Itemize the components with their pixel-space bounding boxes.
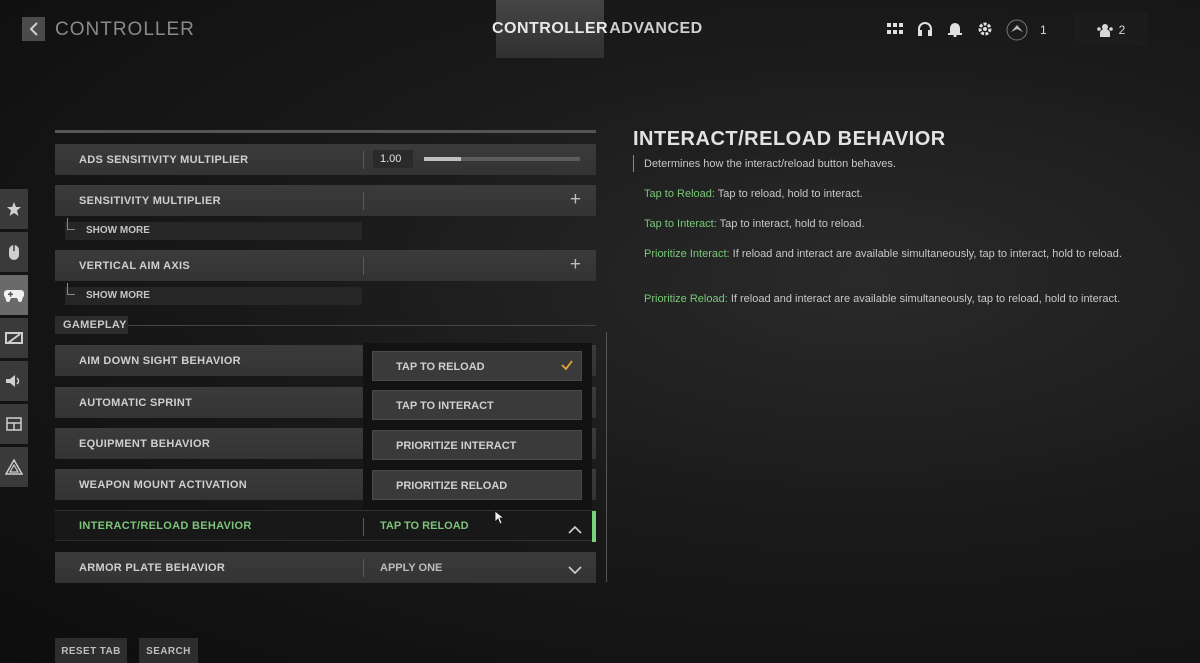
setting-label: SENSITIVITY MULTIPLIER: [79, 194, 221, 207]
setting-sensitivity-multiplier[interactable]: SENSITIVITY MULTIPLIER +: [55, 185, 596, 216]
option-tap-to-interact[interactable]: TAP TO INTERACT: [372, 390, 582, 420]
divider: [363, 559, 364, 577]
search-button[interactable]: SEARCH: [139, 638, 198, 663]
party-icon: [1096, 23, 1113, 37]
reset-tab-button[interactable]: RESET TAB: [55, 638, 127, 663]
top-icons: [880, 14, 1000, 44]
rank-indicator[interactable]: 1: [1006, 14, 1064, 46]
bell-icon[interactable]: [940, 14, 970, 44]
sidenav-favorites[interactable]: [0, 189, 28, 229]
show-more-label: SHOW MORE: [86, 225, 150, 236]
tab-controller[interactable]: CONTROLLER: [492, 0, 608, 58]
setting-label: AUTOMATIC SPRINT: [79, 396, 193, 409]
selection-indicator: [592, 511, 596, 542]
setting-value: TAP TO RELOAD: [380, 519, 469, 532]
network-icon: [5, 459, 23, 475]
rank-emblem-icon: [1006, 19, 1028, 41]
option-prioritize-reload[interactable]: PRIORITIZE RELOAD: [372, 470, 582, 500]
divider: [363, 151, 364, 169]
chevron-left-icon: [29, 22, 38, 36]
setting-label: ARMOR PLATE BEHAVIOR: [79, 561, 226, 574]
setting-armor-plate[interactable]: ARMOR PLATE BEHAVIOR APPLY ONE: [55, 552, 596, 583]
sidenav-network[interactable]: [0, 447, 28, 487]
description-item: Prioritize Interact: If reload and inter…: [644, 248, 1122, 260]
setting-label: INTERACT/RELOAD BEHAVIOR: [79, 519, 252, 532]
interface-icon: [6, 417, 22, 431]
setting-label: AIM DOWN SIGHT BEHAVIOR: [79, 354, 241, 367]
slider-fill: [424, 157, 462, 161]
tree-elbow: [67, 283, 75, 295]
interact-reload-dropdown: TAP TO RELOAD TAP TO INTERACT PRIORITIZE…: [363, 343, 592, 510]
show-more-label: SHOW MORE: [86, 290, 150, 301]
tab-advanced[interactable]: ADVANCED: [604, 0, 708, 58]
description-item: Tap to Interact: Tap to interact, hold t…: [644, 218, 865, 230]
divider: [363, 518, 364, 536]
plus-icon[interactable]: +: [570, 189, 581, 211]
sidenav-audio[interactable]: [0, 361, 28, 401]
display-icon: [5, 332, 23, 344]
gamepad-icon: [4, 289, 24, 302]
setting-label: ADS SENSITIVITY MULTIPLIER: [79, 153, 249, 166]
chevron-down-icon[interactable]: [568, 562, 582, 580]
chevron-up-icon[interactable]: [568, 521, 582, 539]
option-tap-to-reload[interactable]: TAP TO RELOAD: [372, 351, 582, 381]
sidenav-graphics[interactable]: [0, 318, 28, 358]
mouse-cursor-icon: [494, 510, 506, 525]
gear-icon[interactable]: [970, 14, 1000, 44]
grid-icon[interactable]: [880, 14, 910, 44]
description-item: Prioritize Reload: If reload and interac…: [644, 293, 1121, 305]
sidenav-interface[interactable]: [0, 404, 28, 444]
setting-label: VERTICAL AIM AXIS: [79, 259, 191, 272]
section-header-gameplay: GAMEPLAY: [55, 316, 128, 334]
sidenav-controller[interactable]: [0, 275, 28, 315]
setting-label: EQUIPMENT BEHAVIOR: [79, 437, 211, 450]
description-accent-bar: [633, 155, 634, 172]
option-prioritize-interact[interactable]: PRIORITIZE INTERACT: [372, 430, 582, 460]
ads-sensitivity-value-field[interactable]: 1.00: [373, 150, 413, 168]
sidenav-mouse[interactable]: [0, 232, 28, 272]
section-divider: [128, 325, 596, 326]
setting-label: WEAPON MOUNT ACTIVATION: [79, 478, 248, 491]
mouse-icon: [9, 245, 19, 260]
party-count: 2: [1118, 22, 1126, 37]
page-title: CONTROLLER: [55, 19, 195, 40]
divider: [363, 192, 364, 210]
scrollbar[interactable]: [606, 332, 607, 582]
description-intro: Determines how the interact/reload butto…: [644, 158, 896, 170]
checkmark-icon: [561, 358, 573, 376]
setting-vertical-aim-axis[interactable]: VERTICAL AIM AXIS +: [55, 250, 596, 281]
headset-icon[interactable]: [910, 14, 940, 44]
divider: [363, 257, 364, 275]
description-title: INTERACT/RELOAD BEHAVIOR: [633, 128, 946, 150]
setting-interact-reload[interactable]: INTERACT/RELOAD BEHAVIOR TAP TO RELOAD: [55, 510, 596, 542]
show-more-sensitivity[interactable]: SHOW MORE: [65, 218, 362, 240]
back-button[interactable]: [22, 17, 45, 41]
list-top-divider: [55, 130, 596, 133]
star-icon: [7, 202, 21, 216]
setting-value: APPLY ONE: [380, 561, 443, 574]
description-item: Tap to Reload: Tap to reload, hold to in…: [644, 188, 863, 200]
show-more-vertical-aim[interactable]: SHOW MORE: [65, 283, 362, 305]
rank-count: 1: [1040, 23, 1047, 37]
party-button[interactable]: 2: [1074, 13, 1148, 46]
plus-icon[interactable]: +: [570, 254, 581, 276]
tab-bar: CONTROLLER ADVANCED: [492, 0, 708, 58]
tree-elbow: [67, 218, 75, 230]
speaker-icon: [6, 375, 20, 387]
